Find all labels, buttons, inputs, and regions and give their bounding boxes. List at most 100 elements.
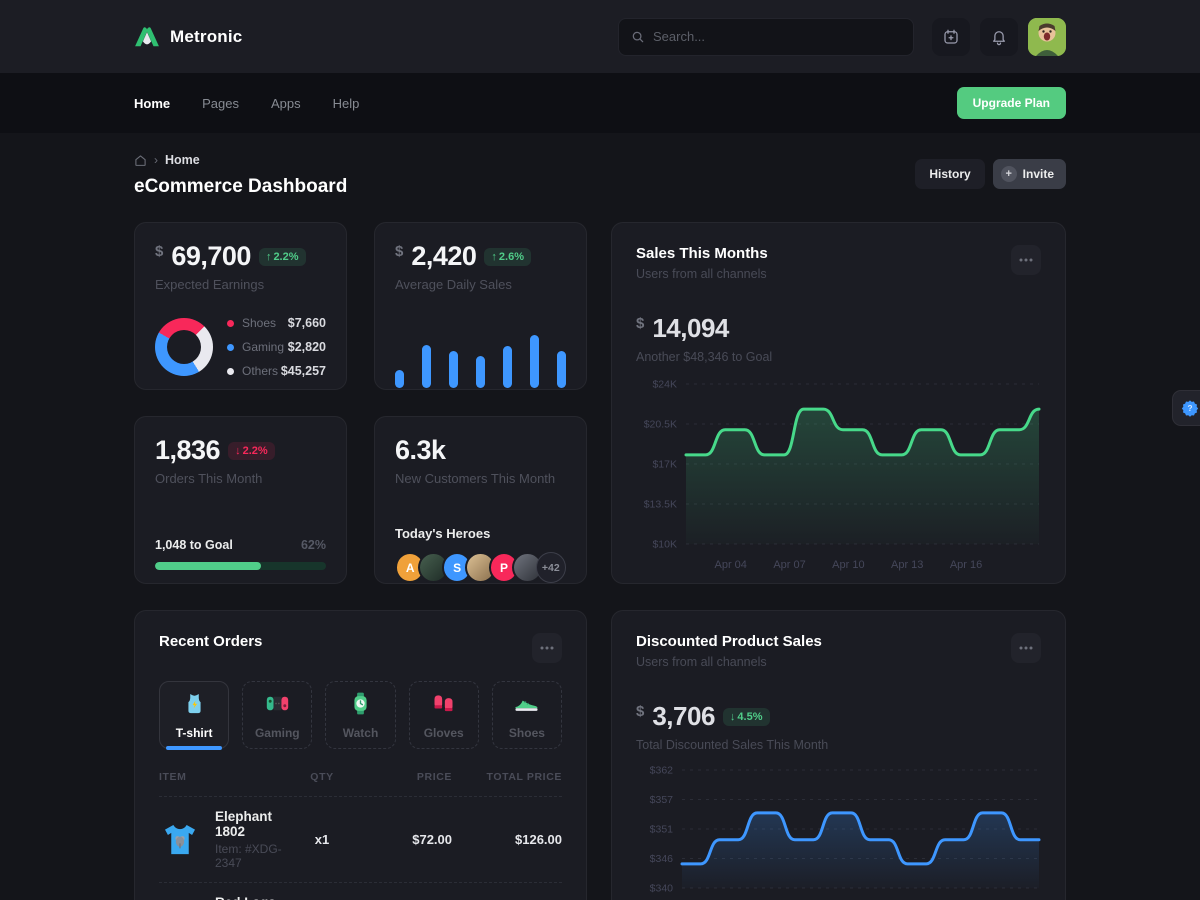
bar xyxy=(503,346,512,388)
card-sales-this-months: Sales This Months Users from all channel… xyxy=(611,222,1066,584)
user-avatar[interactable] xyxy=(1028,18,1066,56)
expected-earnings-label: Expected Earnings xyxy=(155,277,326,292)
orders-table-body: Elephant 1802Item: #XDG-2347x1$72.00$126… xyxy=(159,796,562,900)
new-customers-label: New Customers This Month xyxy=(395,471,566,486)
plus-icon: + xyxy=(1001,166,1017,182)
brand-name: Metronic xyxy=(170,27,242,47)
legend-item-gaming: Gaming $2,820 xyxy=(227,340,326,354)
history-button[interactable]: History xyxy=(915,159,984,189)
home-icon[interactable] xyxy=(134,154,147,167)
card-average-daily-sales: $ 2,420 ↑2.6% Average Daily Sales xyxy=(374,222,587,390)
tab-label: Shoes xyxy=(509,726,545,740)
sales-value: 14,094 xyxy=(652,313,729,344)
svg-text:?: ? xyxy=(1187,404,1192,413)
svg-text:Apr 13: Apr 13 xyxy=(891,559,923,571)
avg-daily-sales-label: Average Daily Sales xyxy=(395,277,566,292)
tab-t-shirt[interactable]: T-shirt xyxy=(159,681,229,749)
svg-text:$20.5K: $20.5K xyxy=(644,419,677,431)
tab-gloves[interactable]: Gloves xyxy=(409,681,479,749)
calendar-plus-icon xyxy=(942,28,960,46)
main-nav: Home Pages Apps Help Upgrade Plan xyxy=(0,73,1200,133)
notifications-button[interactable] xyxy=(980,18,1018,56)
table-row: Elephant 1802Item: #XDG-2347x1$72.00$126… xyxy=(159,796,562,882)
total-price-cell: $126.00 xyxy=(452,832,562,847)
column-header-qty: QTY xyxy=(287,771,357,783)
earnings-legend: Shoes$7,660Gaming$2,820Others$45,257 xyxy=(227,316,326,378)
card-orders-this-month: 1,836 ↓2.2% Orders This Month 1,048 to G… xyxy=(134,416,347,584)
tab-gaming[interactable]: Gaming xyxy=(242,681,312,749)
gloves-icon xyxy=(430,690,457,720)
upgrade-plan-button[interactable]: Upgrade Plan xyxy=(957,87,1066,119)
bar xyxy=(395,370,404,388)
avatar-photo xyxy=(1028,18,1066,56)
legend-value: $2,820 xyxy=(288,340,326,354)
arrow-down-icon: ↓ xyxy=(235,445,241,457)
top-header: Metronic xyxy=(0,0,1200,73)
table-row: Red LagaItem: #XDG-1321x2$45.00$76.00 xyxy=(159,882,562,900)
earnings-donut-chart xyxy=(155,318,213,376)
bell-icon xyxy=(990,28,1008,46)
discounted-subtitle: Users from all channels xyxy=(636,655,822,669)
goal-percent: 62% xyxy=(301,538,326,552)
tab-label: Watch xyxy=(343,726,379,740)
nav-item-home[interactable]: Home xyxy=(134,90,170,117)
svg-text:$362: $362 xyxy=(650,765,674,777)
legend-value: $45,257 xyxy=(281,364,326,378)
qty-cell: x1 xyxy=(287,832,357,847)
product-name[interactable]: Elephant 1802 xyxy=(215,809,287,839)
price-cell: $72.00 xyxy=(357,832,452,847)
column-header-total-price: TOTAL PRICE xyxy=(452,771,562,783)
currency-prefix: $ xyxy=(636,315,644,332)
shoes-icon xyxy=(513,690,540,720)
new-customers-value: 6.3k xyxy=(395,435,446,466)
discounted-value: 3,706 xyxy=(652,701,715,732)
arrow-up-icon: ↑ xyxy=(491,251,497,263)
tab-watch[interactable]: Watch xyxy=(325,681,395,749)
legend-name: Gaming xyxy=(242,340,284,354)
arrow-down-icon: ↓ xyxy=(730,711,736,723)
svg-text:$13.5K: $13.5K xyxy=(644,499,677,511)
ellipsis-icon xyxy=(1019,258,1033,262)
search-icon xyxy=(631,30,645,44)
delta-badge: ↓2.2% xyxy=(228,442,275,460)
discounted-menu-button[interactable] xyxy=(1011,633,1041,663)
svg-text:$17K: $17K xyxy=(652,459,677,471)
help-floating-button[interactable]: ? xyxy=(1172,390,1200,426)
category-tabs: T-shirtGaming Watch Gloves Shoes xyxy=(159,681,562,749)
bar xyxy=(449,351,458,388)
search-input[interactable] xyxy=(653,29,901,44)
product-cell: Red LagaItem: #XDG-1321 xyxy=(159,895,287,900)
product-info: Red LagaItem: #XDG-1321 xyxy=(215,895,287,900)
nav-item-apps[interactable]: Apps xyxy=(271,90,301,117)
product-name[interactable]: Red Laga xyxy=(215,895,287,900)
sales-menu-button[interactable] xyxy=(1011,245,1041,275)
arrow-up-icon: ↑ xyxy=(266,251,272,263)
page-title: eCommerce Dashboard xyxy=(134,176,347,198)
recent-orders-menu-button[interactable] xyxy=(532,633,562,663)
svg-text:Apr 07: Apr 07 xyxy=(773,559,805,571)
gaming-icon xyxy=(264,690,291,720)
legend-name: Others xyxy=(242,364,278,378)
sales-goal-text: Another $48,346 to Goal xyxy=(636,350,1041,364)
breadcrumb-home[interactable]: Home xyxy=(165,153,200,167)
svg-text:$357: $357 xyxy=(650,794,674,806)
tab-shoes[interactable]: Shoes xyxy=(492,681,562,749)
calendar-add-button[interactable] xyxy=(932,18,970,56)
legend-item-others: Others$45,257 xyxy=(227,364,326,378)
search-input-wrap[interactable] xyxy=(618,18,914,56)
sales-line-chart: $24K$20.5K$17K$13.5K$10K Apr 04Apr 07Apr… xyxy=(636,372,1041,584)
nav-items: Home Pages Apps Help xyxy=(134,90,957,117)
brand-logo[interactable]: Metronic xyxy=(134,25,242,48)
invite-button[interactable]: + Invite xyxy=(993,159,1066,189)
product-cell: Elephant 1802Item: #XDG-2347 xyxy=(159,809,287,870)
bar xyxy=(557,351,566,388)
product-image[interactable] xyxy=(159,819,201,861)
currency-prefix: $ xyxy=(395,243,403,260)
hero-avatar-more[interactable]: +42 xyxy=(536,552,566,583)
nav-item-pages[interactable]: Pages xyxy=(202,90,239,117)
nav-item-help[interactable]: Help xyxy=(333,90,360,117)
svg-text:$10K: $10K xyxy=(652,539,677,551)
legend-dot xyxy=(227,320,234,327)
bar xyxy=(476,356,485,388)
discounted-line-chart: $362$357$351$346$340 xyxy=(636,760,1041,900)
